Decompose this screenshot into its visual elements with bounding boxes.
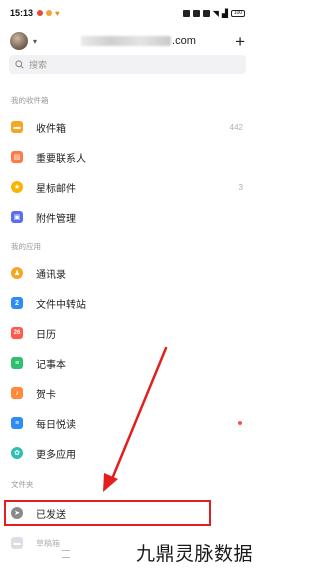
email-redacted xyxy=(81,36,172,46)
mail-app-screen: 15:13 ♥ ◥ ▟ 100 ▾ .com + 搜索 我的收件箱 ▬ 收件箱 … xyxy=(0,0,255,569)
status-bar: 15:13 ♥ ◥ ▟ 100 xyxy=(0,0,255,26)
row-label: 通讯录 xyxy=(36,269,66,281)
attachment-icon: ▣ xyxy=(11,211,23,223)
app-row-file-transfer[interactable]: 2 文件中转站 xyxy=(0,291,255,315)
heart-icon: ♥ xyxy=(55,8,60,18)
search-icon xyxy=(15,60,24,69)
folder-row-inbox[interactable]: ▬ 收件箱 442 xyxy=(0,115,255,139)
starred-count: 3 xyxy=(238,182,243,192)
row-label: 记事本 xyxy=(36,359,66,371)
alarm-icon xyxy=(192,9,200,17)
account-email[interactable]: .com xyxy=(172,35,196,47)
wifi-icon: ◥ xyxy=(212,8,219,18)
search-bar[interactable]: 搜索 xyxy=(9,55,246,74)
row-label: 星标邮件 xyxy=(36,183,76,195)
row-label: 收件箱 xyxy=(36,123,66,135)
notification-icon xyxy=(37,10,44,16)
status-time: 15:13 xyxy=(10,8,34,18)
address-book-icon: ♟ xyxy=(11,267,23,279)
avatar[interactable] xyxy=(10,32,28,50)
unread-dot xyxy=(238,421,242,425)
row-label: 贺卡 xyxy=(36,389,56,401)
drafts-icon: ▬ xyxy=(11,537,23,549)
notepad-icon: ≡ xyxy=(11,357,23,369)
star-icon: ★ xyxy=(11,181,23,193)
app-row-notepad[interactable]: ≡ 记事本 xyxy=(0,351,255,375)
nfc-icon xyxy=(182,9,190,17)
compose-button[interactable]: + xyxy=(235,33,245,50)
vibrate-icon xyxy=(202,9,210,17)
row-label: 日历 xyxy=(36,329,56,341)
row-label: 重要联系人 xyxy=(36,153,86,165)
more-apps-icon: ✿ xyxy=(11,447,23,459)
section-my-mailbox: 我的收件箱 xyxy=(11,96,49,105)
watermark-text: 九鼎灵脉数据 xyxy=(135,543,253,565)
app-row-contacts[interactable]: ♟ 通讯录 xyxy=(0,261,255,285)
app-row-more-apps[interactable]: ✿ 更多应用 xyxy=(0,441,255,465)
inbox-icon: ▬ xyxy=(11,121,23,133)
app-row-daily-reading[interactable]: ≡ 每日悦读 xyxy=(0,411,255,435)
search-placeholder: 搜索 xyxy=(29,60,48,70)
battery-icon: 100 xyxy=(231,9,245,17)
section-folders: 文件夹 xyxy=(11,480,34,489)
folder-row-starred[interactable]: ★ 星标邮件 3 xyxy=(0,175,255,199)
account-header: ▾ .com + xyxy=(0,30,255,52)
chevron-down-icon[interactable]: ▾ xyxy=(33,37,37,46)
status-icons: ◥ ▟ 100 xyxy=(182,8,245,18)
highlight-box xyxy=(4,500,211,526)
folder-row-important-contacts[interactable]: ▤ 重要联系人 xyxy=(0,145,255,169)
calendar-icon: 26 xyxy=(11,327,23,339)
app-row-greeting-card[interactable]: ♪ 贺卡 xyxy=(0,381,255,405)
row-label: 更多应用 xyxy=(36,449,76,461)
row-label: 草稿箱 xyxy=(36,538,60,548)
greeting-card-icon: ♪ xyxy=(11,387,23,399)
inbox-count: 442 xyxy=(229,122,243,132)
row-label: 每日悦读 xyxy=(36,419,76,431)
row-label: 文件中转站 xyxy=(36,299,86,311)
scroll-handle-icon xyxy=(62,550,70,558)
row-label: 附件管理 xyxy=(36,213,76,225)
section-my-apps: 我的应用 xyxy=(11,242,41,251)
file-transfer-icon: 2 xyxy=(11,297,23,309)
folder-row-attachments[interactable]: ▣ 附件管理 xyxy=(0,205,255,229)
signal-icon: ▟ xyxy=(221,8,228,18)
contact-icon: ▤ xyxy=(11,151,23,163)
app-row-calendar[interactable]: 26 日历 xyxy=(0,321,255,345)
daily-reading-icon: ≡ xyxy=(11,417,23,429)
notification-icon xyxy=(46,10,53,16)
